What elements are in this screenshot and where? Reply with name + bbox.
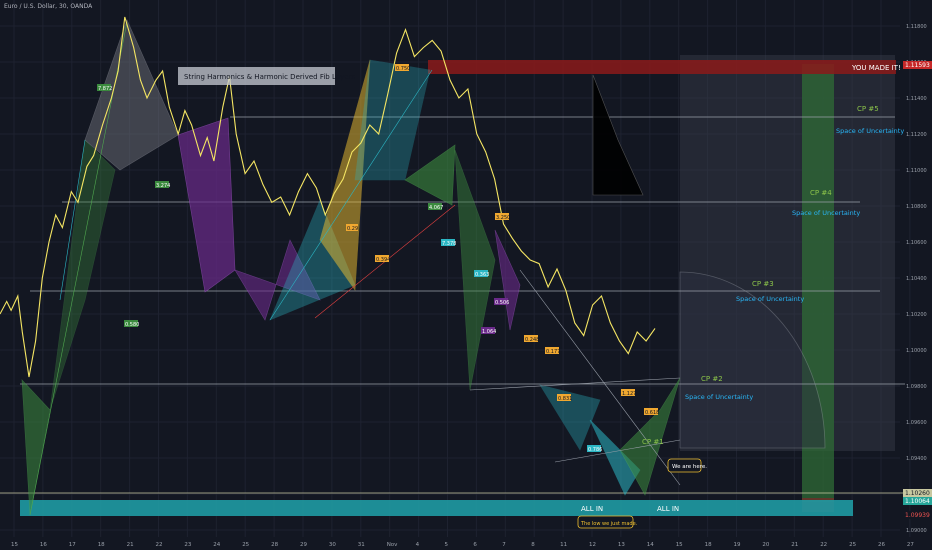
ratio-label: 0.248: [525, 337, 539, 343]
y-tick-label: 1.09800: [906, 384, 927, 390]
y-tick-label: 1.10800: [906, 204, 927, 210]
x-tick-label: 16: [40, 542, 47, 548]
x-tick-label: 15: [11, 542, 18, 548]
x-tick-label: 31: [358, 542, 365, 548]
y-axis: 1.118001.116001.114001.112001.110001.108…: [906, 24, 927, 534]
y-tick-label: 1.10600: [906, 240, 927, 246]
ratio-label: 3.274: [156, 183, 170, 189]
cp-label-1: CP #1: [642, 438, 664, 446]
ratio-label: 1.064: [482, 329, 496, 335]
ratio-label: 0.363: [475, 272, 489, 278]
y-tick-label: 1.09600: [906, 420, 927, 426]
x-tick-label: 29: [300, 542, 307, 548]
y-tick-label: 1.11800: [906, 24, 927, 30]
x-axis: 15 16 17 18 21 22 23 24 25 28 29 30 31 Nov 4 5 6 7 8 11 12 13…: [11, 542, 914, 548]
ratio-label: 0.750: [396, 66, 410, 72]
x-tick-label: 5: [445, 542, 449, 548]
cp-label-3: CP #3: [752, 280, 774, 288]
all-in-label-1: ALL IN: [581, 505, 603, 513]
we-are-here-label: We are here.: [672, 464, 707, 470]
y-tick-label: 1.10400: [906, 276, 927, 282]
study-title: String Harmonics & Harmonic Derived Fib …: [184, 73, 355, 81]
x-tick-label: 19: [734, 542, 741, 548]
space-uncertainty-5: Space of Uncertainty: [836, 127, 904, 135]
x-tick-label: 12: [589, 542, 596, 548]
x-tick-label: 17: [69, 542, 76, 548]
x-tick-label: 24: [213, 542, 220, 548]
price-tag-3: 1.10064: [905, 498, 930, 505]
ratio-label: 7.872: [98, 86, 112, 92]
y-tick-label: 1.09000: [906, 528, 927, 534]
x-tick-label: 22: [156, 542, 163, 548]
y-tick-label: 1.11200: [906, 132, 927, 138]
x-tick-label: 11: [560, 542, 567, 548]
symbol-title: Euro / U.S. Dollar, 30, OANDA: [4, 3, 93, 10]
you-made-it-label: YOU MADE IT!: [851, 64, 901, 72]
price-tag-4: 1.09939: [905, 512, 930, 519]
cp-label-4: CP #4: [810, 189, 832, 197]
x-tick-label: 4: [416, 542, 420, 548]
price-tags: 1.11593 1.10260 1.10064 1.09939: [903, 61, 932, 519]
x-tick-label: 27: [907, 542, 914, 548]
x-tick-label: 15: [676, 542, 683, 548]
price-tag-1: 1.11593: [905, 62, 930, 69]
target-band: [428, 60, 896, 74]
price-chart[interactable]: 1.118001.116001.114001.112001.110001.108…: [0, 0, 932, 550]
space-uncertainty-3: Space of Uncertainty: [736, 295, 804, 303]
x-tick-label: 26: [878, 542, 885, 548]
cp-label-5: CP #5: [857, 105, 879, 113]
x-tick-label: 8: [531, 542, 535, 548]
x-tick-label: 7: [502, 542, 506, 548]
ratio-label: 0.580: [125, 322, 139, 328]
low-we-just-made-label: The low we just made.: [580, 521, 638, 527]
x-tick-label: 14: [647, 542, 654, 548]
x-tick-label: 20: [762, 542, 769, 548]
chart-stage: 1.118001.116001.114001.112001.110001.108…: [0, 0, 932, 550]
ratio-label: 0.506: [495, 300, 509, 306]
all-in-label-2: ALL IN: [657, 505, 679, 513]
x-tick-label: 23: [184, 542, 191, 548]
x-tick-label: 6: [473, 542, 477, 548]
x-tick-label: 30: [329, 542, 336, 548]
y-tick-label: 1.10000: [906, 348, 927, 354]
price-tag-2: 1.10260: [905, 490, 930, 497]
ratio-label: 0.786: [588, 447, 602, 453]
ratio-label: 1.127: [622, 391, 636, 397]
ratio-label: 0.177: [546, 349, 560, 355]
x-tick-label: 13: [618, 542, 625, 548]
x-tick-label: 25: [849, 542, 856, 548]
y-tick-label: 1.10200: [906, 312, 927, 318]
ratio-label: 3.250: [496, 215, 510, 221]
space-uncertainty-4: Space of Uncertainty: [792, 209, 860, 217]
ratio-label: 7.378: [442, 241, 456, 247]
x-tick-label: 25: [242, 542, 249, 548]
harmonic-patterns: [21, 19, 681, 516]
x-tick-label: 18: [705, 542, 712, 548]
x-tick-label: Nov: [387, 542, 398, 548]
y-tick-label: 1.11400: [906, 96, 927, 102]
cp-label-2: CP #2: [701, 375, 723, 383]
y-tick-label: 1.09400: [906, 456, 927, 462]
y-tick-label: 1.11000: [906, 168, 927, 174]
x-tick-label: 28: [271, 542, 278, 548]
x-tick-label: 22: [820, 542, 827, 548]
ratio-label: 0.618: [645, 410, 659, 416]
ratio-label: 4.067: [429, 205, 443, 211]
all-in-band: [20, 500, 853, 516]
x-tick-label: 21: [127, 542, 134, 548]
ratio-label: 0.29: [347, 226, 358, 232]
ratio-label: 0.394: [376, 257, 390, 263]
x-tick-label: 18: [98, 542, 105, 548]
space-uncertainty-2: Space of Uncertainty: [685, 393, 753, 401]
ratio-label: 0.831: [558, 396, 572, 402]
x-tick-label: 21: [791, 542, 798, 548]
